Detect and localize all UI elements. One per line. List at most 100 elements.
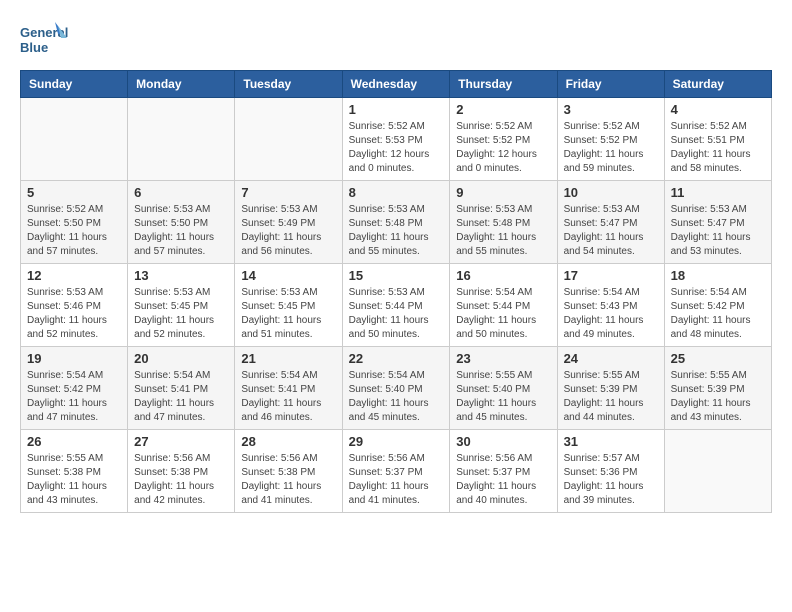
calendar-cell: 4 Sunrise: 5:52 AMSunset: 5:51 PMDaylight…: [664, 98, 771, 181]
calendar-cell: [128, 98, 235, 181]
day-number: 23: [456, 351, 550, 366]
day-number: 19: [27, 351, 121, 366]
calendar-cell: 15 Sunrise: 5:53 AMSunset: 5:44 PMDayligh…: [342, 264, 450, 347]
week-row-3: 12 Sunrise: 5:53 AMSunset: 5:46 PMDayligh…: [21, 264, 772, 347]
calendar-cell: 17 Sunrise: 5:54 AMSunset: 5:43 PMDayligh…: [557, 264, 664, 347]
calendar-cell: 13Sunrise: 5:53 AMSunset: 5:45 PMDayligh…: [128, 264, 235, 347]
calendar-cell: 22Sunrise: 5:54 AMSunset: 5:40 PMDayligh…: [342, 347, 450, 430]
day-number: 10: [564, 185, 658, 200]
calendar-cell: 28 Sunrise: 5:56 AMSunset: 5:38 PMDayligh…: [235, 430, 342, 513]
calendar-cell: 30 Sunrise: 5:56 AMSunset: 5:37 PMDayligh…: [450, 430, 557, 513]
day-info: Sunrise: 5:54 AMSunset: 5:43 PMDaylight:…: [564, 286, 658, 342]
day-number: 2: [456, 102, 550, 117]
day-number: 8: [349, 185, 444, 200]
day-number: 6: [134, 185, 228, 200]
calendar-cell: 10Sunrise: 5:53 AMSunset: 5:47 PMDayligh…: [557, 181, 664, 264]
day-number: 13: [134, 268, 228, 283]
calendar-cell: 7Sunrise: 5:53 AMSunset: 5:49 PMDaylight…: [235, 181, 342, 264]
day-info: Sunrise: 5:53 AMSunset: 5:47 PMDaylight:…: [671, 203, 765, 259]
day-info: Sunrise: 5:53 AMSunset: 5:50 PMDaylight:…: [134, 203, 228, 259]
calendar-cell: 18 Sunrise: 5:54 AMSunset: 5:42 PMDayligh…: [664, 264, 771, 347]
logo-icon: GeneralBlue: [20, 20, 70, 60]
header-thursday: Thursday: [450, 71, 557, 98]
day-number: 12: [27, 268, 121, 283]
day-number: 4: [671, 102, 765, 117]
day-info: Sunrise: 5:52 AMSunset: 5:51 PMDaylight:…: [671, 120, 765, 176]
calendar-header-row: SundayMondayTuesdayWednesdayThursdayFrid…: [21, 71, 772, 98]
header-friday: Friday: [557, 71, 664, 98]
calendar-cell: 5 Sunrise: 5:52 AMSunset: 5:50 PMDaylight…: [21, 181, 128, 264]
day-info: Sunrise: 5:55 AMSunset: 5:40 PMDaylight:…: [456, 369, 550, 425]
day-info: Sunrise: 5:52 AMSunset: 5:53 PMDaylight:…: [349, 120, 444, 176]
calendar-cell: 24 Sunrise: 5:55 AMSunset: 5:39 PMDayligh…: [557, 347, 664, 430]
header-tuesday: Tuesday: [235, 71, 342, 98]
day-info: Sunrise: 5:55 AMSunset: 5:38 PMDaylight:…: [27, 452, 121, 508]
day-number: 29: [349, 434, 444, 449]
header-sunday: Sunday: [21, 71, 128, 98]
day-info: Sunrise: 5:54 AMSunset: 5:42 PMDaylight:…: [27, 369, 121, 425]
day-info: Sunrise: 5:53 AMSunset: 5:44 PMDaylight:…: [349, 286, 444, 342]
day-info: Sunrise: 5:55 AMSunset: 5:39 PMDaylight:…: [564, 369, 658, 425]
day-number: 9: [456, 185, 550, 200]
calendar-cell: [235, 98, 342, 181]
day-number: 16: [456, 268, 550, 283]
day-info: Sunrise: 5:53 AMSunset: 5:45 PMDaylight:…: [241, 286, 335, 342]
day-number: 24: [564, 351, 658, 366]
week-row-1: 1 Sunrise: 5:52 AMSunset: 5:53 PMDaylight…: [21, 98, 772, 181]
svg-text:Blue: Blue: [20, 40, 48, 55]
day-info: Sunrise: 5:52 AMSunset: 5:52 PMDaylight:…: [456, 120, 550, 176]
calendar-cell: 12 Sunrise: 5:53 AMSunset: 5:46 PMDayligh…: [21, 264, 128, 347]
calendar-cell: 26Sunrise: 5:55 AMSunset: 5:38 PMDayligh…: [21, 430, 128, 513]
day-number: 25: [671, 351, 765, 366]
day-number: 21: [241, 351, 335, 366]
day-info: Sunrise: 5:54 AMSunset: 5:41 PMDaylight:…: [241, 369, 335, 425]
logo: GeneralBlue: [20, 20, 70, 60]
day-info: Sunrise: 5:54 AMSunset: 5:40 PMDaylight:…: [349, 369, 444, 425]
day-number: 17: [564, 268, 658, 283]
week-row-4: 19 Sunrise: 5:54 AMSunset: 5:42 PMDayligh…: [21, 347, 772, 430]
header-saturday: Saturday: [664, 71, 771, 98]
day-info: Sunrise: 5:56 AMSunset: 5:37 PMDaylight:…: [349, 452, 444, 508]
day-info: Sunrise: 5:57 AMSunset: 5:36 PMDaylight:…: [564, 452, 658, 508]
calendar-cell: 16 Sunrise: 5:54 AMSunset: 5:44 PMDayligh…: [450, 264, 557, 347]
day-number: 1: [349, 102, 444, 117]
day-info: Sunrise: 5:54 AMSunset: 5:42 PMDaylight:…: [671, 286, 765, 342]
day-number: 28: [241, 434, 335, 449]
day-info: Sunrise: 5:53 AMSunset: 5:48 PMDaylight:…: [349, 203, 444, 259]
calendar-cell: [21, 98, 128, 181]
calendar-cell: 3 Sunrise: 5:52 AMSunset: 5:52 PMDaylight…: [557, 98, 664, 181]
day-number: 11: [671, 185, 765, 200]
day-info: Sunrise: 5:53 AMSunset: 5:46 PMDaylight:…: [27, 286, 121, 342]
calendar-cell: 29 Sunrise: 5:56 AMSunset: 5:37 PMDayligh…: [342, 430, 450, 513]
calendar-cell: 27Sunrise: 5:56 AMSunset: 5:38 PMDayligh…: [128, 430, 235, 513]
day-info: Sunrise: 5:56 AMSunset: 5:37 PMDaylight:…: [456, 452, 550, 508]
day-number: 15: [349, 268, 444, 283]
day-number: 18: [671, 268, 765, 283]
day-info: Sunrise: 5:56 AMSunset: 5:38 PMDaylight:…: [241, 452, 335, 508]
day-info: Sunrise: 5:52 AMSunset: 5:52 PMDaylight:…: [564, 120, 658, 176]
day-number: 20: [134, 351, 228, 366]
calendar-cell: 21 Sunrise: 5:54 AMSunset: 5:41 PMDayligh…: [235, 347, 342, 430]
day-number: 14: [241, 268, 335, 283]
day-info: Sunrise: 5:54 AMSunset: 5:44 PMDaylight:…: [456, 286, 550, 342]
calendar-cell: 14 Sunrise: 5:53 AMSunset: 5:45 PMDayligh…: [235, 264, 342, 347]
calendar-table: SundayMondayTuesdayWednesdayThursdayFrid…: [20, 70, 772, 513]
calendar-cell: 11 Sunrise: 5:53 AMSunset: 5:47 PMDayligh…: [664, 181, 771, 264]
calendar-cell: 31 Sunrise: 5:57 AMSunset: 5:36 PMDayligh…: [557, 430, 664, 513]
calendar-cell: 1 Sunrise: 5:52 AMSunset: 5:53 PMDaylight…: [342, 98, 450, 181]
calendar-cell: 19 Sunrise: 5:54 AMSunset: 5:42 PMDayligh…: [21, 347, 128, 430]
header-monday: Monday: [128, 71, 235, 98]
day-info: Sunrise: 5:52 AMSunset: 5:50 PMDaylight:…: [27, 203, 121, 259]
day-number: 30: [456, 434, 550, 449]
day-info: Sunrise: 5:53 AMSunset: 5:48 PMDaylight:…: [456, 203, 550, 259]
page-header: GeneralBlue: [20, 20, 772, 60]
calendar-cell: 25Sunrise: 5:55 AMSunset: 5:39 PMDayligh…: [664, 347, 771, 430]
day-number: 3: [564, 102, 658, 117]
calendar-cell: 6 Sunrise: 5:53 AMSunset: 5:50 PMDaylight…: [128, 181, 235, 264]
calendar-cell: 9 Sunrise: 5:53 AMSunset: 5:48 PMDaylight…: [450, 181, 557, 264]
week-row-2: 5 Sunrise: 5:52 AMSunset: 5:50 PMDaylight…: [21, 181, 772, 264]
calendar-cell: 20Sunrise: 5:54 AMSunset: 5:41 PMDayligh…: [128, 347, 235, 430]
day-number: 5: [27, 185, 121, 200]
header-wednesday: Wednesday: [342, 71, 450, 98]
day-number: 31: [564, 434, 658, 449]
